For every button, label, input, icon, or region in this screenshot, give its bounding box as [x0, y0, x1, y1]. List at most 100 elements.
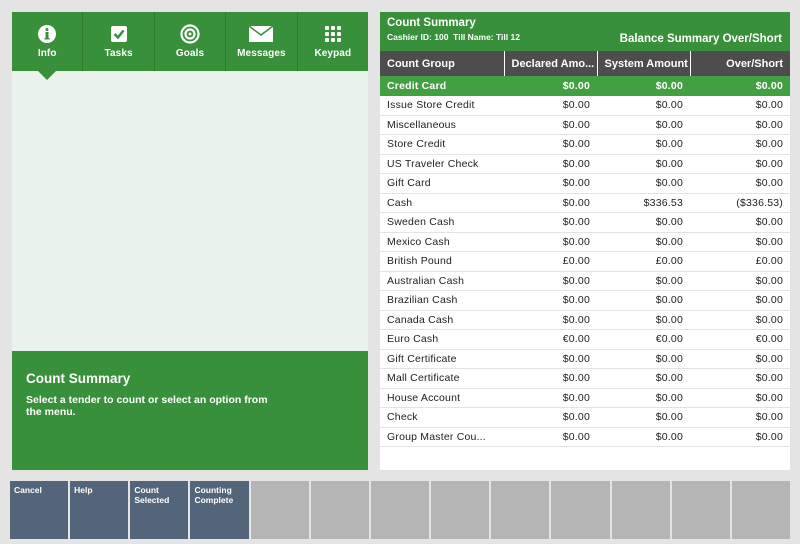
- over-short-cell: €0.00: [690, 329, 790, 350]
- table-row[interactable]: Credit Card $0.00 $0.00 $0.00: [380, 76, 790, 96]
- column-header-system[interactable]: System Amount: [596, 51, 690, 76]
- over-short-cell: $0.00: [690, 310, 790, 330]
- table-row[interactable]: Mall Certificate $0.00 $0.00 $0.00: [380, 368, 790, 389]
- over-short-cell: $0.00: [690, 134, 790, 155]
- empty-button-slot: [671, 481, 730, 539]
- count-group-cell: Gift Certificate: [380, 349, 504, 369]
- table-row[interactable]: US Traveler Check $0.00 $0.00 $0.00: [380, 154, 790, 174]
- table-row[interactable]: Australian Cash $0.00 $0.00 $0.00: [380, 271, 790, 291]
- over-short-cell: $0.00: [690, 154, 790, 174]
- count-group-cell: Check: [380, 407, 504, 428]
- system-amount-cell: $0.00: [597, 407, 690, 428]
- system-amount-cell: $0.00: [597, 154, 690, 174]
- over-short-cell: $0.00: [690, 212, 790, 233]
- over-short-cell: $0.00: [690, 271, 790, 291]
- over-short-cell: $0.00: [690, 173, 790, 194]
- table-row[interactable]: Sweden Cash $0.00 $0.00 $0.00: [380, 212, 790, 233]
- summary-title: Count Summary: [387, 17, 476, 29]
- table-row[interactable]: Cash $0.00 $336.53 ($336.53): [380, 193, 790, 213]
- declared-amount-cell: $0.00: [504, 212, 597, 233]
- till-name: Till 12: [496, 32, 520, 42]
- table-row[interactable]: Store Credit $0.00 $0.00 $0.00: [380, 134, 790, 155]
- declared-amount-cell: $0.00: [504, 427, 597, 447]
- nav-label: Goals: [175, 48, 205, 59]
- declared-amount-cell: $0.00: [504, 154, 597, 174]
- table-row[interactable]: Issue Store Credit $0.00 $0.00 $0.00: [380, 95, 790, 116]
- empty-button-slot: [370, 481, 430, 539]
- nav-item-keypad[interactable]: Keypad: [298, 12, 368, 71]
- system-amount-cell: $0.00: [597, 95, 690, 116]
- nav-label: Tasks: [104, 48, 133, 59]
- count-summary-table: Count Group Declared Amo... System Amoun…: [380, 51, 790, 447]
- count-group-cell: Sweden Cash: [380, 212, 504, 233]
- summary-header: Count Summary Cashier ID: 100 Till Name:…: [380, 12, 790, 51]
- declared-amount-cell: $0.00: [504, 193, 597, 213]
- system-amount-cell: $0.00: [597, 76, 690, 96]
- nav-item-messages[interactable]: Messages: [226, 12, 298, 71]
- table-row[interactable]: British Pound £0.00 £0.00 £0.00: [380, 251, 790, 272]
- empty-button-slot: [250, 481, 309, 539]
- table-row[interactable]: Canada Cash $0.00 $0.00 $0.00: [380, 310, 790, 330]
- table-row[interactable]: Miscellaneous $0.00 $0.00 $0.00: [380, 115, 790, 135]
- declared-amount-cell: £0.00: [504, 251, 597, 272]
- column-header-declared[interactable]: Declared Amo...: [503, 51, 597, 76]
- system-amount-cell: $0.00: [597, 271, 690, 291]
- nav-label: Info: [37, 48, 57, 59]
- count-group-cell: Gift Card: [380, 173, 504, 194]
- nav-item-info[interactable]: Info: [12, 12, 84, 80]
- table-row[interactable]: Check $0.00 $0.00 $0.00: [380, 407, 790, 428]
- declared-amount-cell: €0.00: [504, 329, 597, 350]
- system-amount-cell: $0.00: [597, 232, 690, 252]
- system-amount-cell: $0.00: [597, 310, 690, 330]
- counting-complete-button[interactable]: Counting Complete: [190, 481, 249, 539]
- table-row[interactable]: Euro Cash €0.00 €0.00 €0.00: [380, 329, 790, 350]
- table-row[interactable]: Gift Certificate $0.00 $0.00 $0.00: [380, 349, 790, 369]
- system-amount-cell: $0.00: [597, 212, 690, 233]
- count-group-cell: Store Credit: [380, 134, 504, 155]
- till-label: Till Name:: [453, 32, 494, 42]
- count-group-cell: Credit Card: [380, 76, 504, 96]
- count-group-cell: House Account: [380, 388, 504, 408]
- help-button[interactable]: Help: [70, 481, 129, 539]
- count-group-cell: Euro Cash: [380, 329, 504, 350]
- count-group-cell: Australian Cash: [380, 271, 504, 291]
- table-row[interactable]: Gift Card $0.00 $0.00 $0.00: [380, 173, 790, 194]
- info-title: Count Summary: [26, 371, 131, 386]
- table-row[interactable]: Brazilian Cash $0.00 $0.00 $0.00: [380, 290, 790, 311]
- balance-summary-title: Balance Summary Over/Short: [619, 33, 782, 45]
- empty-button-slot: [731, 481, 791, 539]
- declared-amount-cell: $0.00: [504, 407, 597, 428]
- count-group-cell: Cash: [380, 193, 504, 213]
- info-text: Select a tender to count or select an op…: [26, 394, 268, 418]
- over-short-cell: $0.00: [690, 368, 790, 389]
- nav-item-tasks[interactable]: Tasks: [83, 12, 155, 71]
- over-short-cell: ($336.53): [690, 193, 790, 213]
- declared-amount-cell: $0.00: [504, 76, 597, 96]
- column-header-count-group[interactable]: Count Group: [380, 51, 504, 76]
- count-group-cell: Brazilian Cash: [380, 290, 504, 311]
- over-short-cell: $0.00: [690, 232, 790, 252]
- system-amount-cell: $0.00: [597, 349, 690, 369]
- table-row[interactable]: House Account $0.00 $0.00 $0.00: [380, 388, 790, 408]
- empty-button-slot: [310, 481, 369, 539]
- over-short-cell: $0.00: [690, 115, 790, 135]
- table-row[interactable]: Mexico Cash $0.00 $0.00 $0.00: [380, 232, 790, 252]
- cashier-id: 100: [434, 32, 449, 42]
- table-header-row: Count Group Declared Amo... System Amoun…: [380, 51, 790, 76]
- over-short-cell: $0.00: [690, 349, 790, 369]
- nav-bar: Info Tasks Goals Messages Keypad: [12, 12, 368, 80]
- keypad-icon: [323, 24, 343, 44]
- declared-amount-cell: $0.00: [504, 115, 597, 135]
- column-header-over-short[interactable]: Over/Short: [689, 51, 790, 76]
- declared-amount-cell: $0.00: [504, 232, 597, 252]
- table-row[interactable]: Group Master Cou... $0.00 $0.00 $0.00: [380, 427, 790, 447]
- count-selected-button[interactable]: Count Selected: [130, 481, 189, 539]
- empty-button-slot: [431, 481, 490, 539]
- empty-button-slot: [611, 481, 670, 539]
- over-short-cell: $0.00: [690, 407, 790, 428]
- system-amount-cell: £0.00: [597, 251, 690, 272]
- nav-item-goals[interactable]: Goals: [155, 12, 227, 71]
- declared-amount-cell: $0.00: [504, 388, 597, 408]
- over-short-cell: $0.00: [690, 76, 790, 96]
- cancel-button[interactable]: Cancel: [10, 481, 69, 539]
